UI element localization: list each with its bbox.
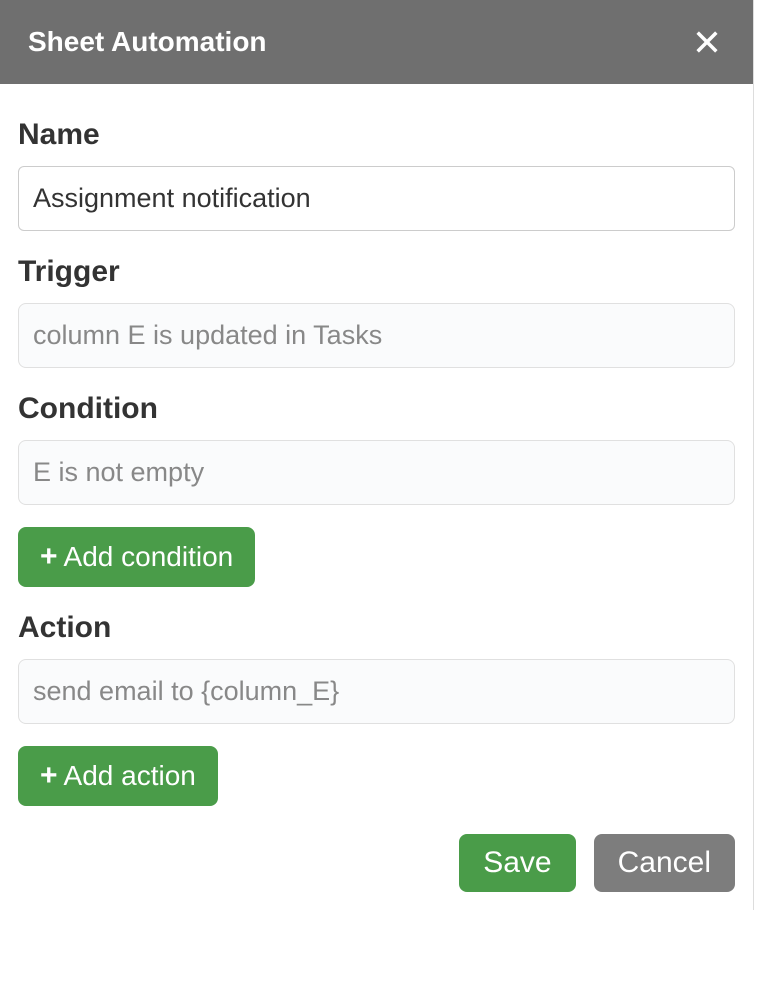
modal-title: Sheet Automation <box>28 26 267 58</box>
name-label: Name <box>18 118 735 152</box>
condition-field[interactable]: E is not empty <box>18 440 735 505</box>
trigger-field[interactable]: column E is updated in Tasks <box>18 303 735 368</box>
plus-icon: + <box>40 542 58 572</box>
modal-header: Sheet Automation <box>0 0 753 84</box>
add-condition-button[interactable]: + Add condition <box>18 527 255 587</box>
trigger-label: Trigger <box>18 255 735 289</box>
close-button[interactable] <box>689 24 725 60</box>
save-button[interactable]: Save <box>459 834 575 892</box>
sheet-automation-modal: Sheet Automation Name Trigger column E i… <box>0 0 754 910</box>
plus-icon: + <box>40 761 58 791</box>
add-action-label: Add action <box>64 760 196 792</box>
condition-label: Condition <box>18 392 735 426</box>
modal-body: Name Trigger column E is updated in Task… <box>0 84 753 910</box>
add-condition-label: Add condition <box>64 541 234 573</box>
add-action-button[interactable]: + Add action <box>18 746 218 806</box>
action-field[interactable]: send email to {column_E} <box>18 659 735 724</box>
name-input[interactable] <box>18 166 735 231</box>
action-label: Action <box>18 611 735 645</box>
modal-footer: Save Cancel <box>18 834 735 892</box>
cancel-button[interactable]: Cancel <box>594 834 735 892</box>
close-icon <box>693 28 721 56</box>
